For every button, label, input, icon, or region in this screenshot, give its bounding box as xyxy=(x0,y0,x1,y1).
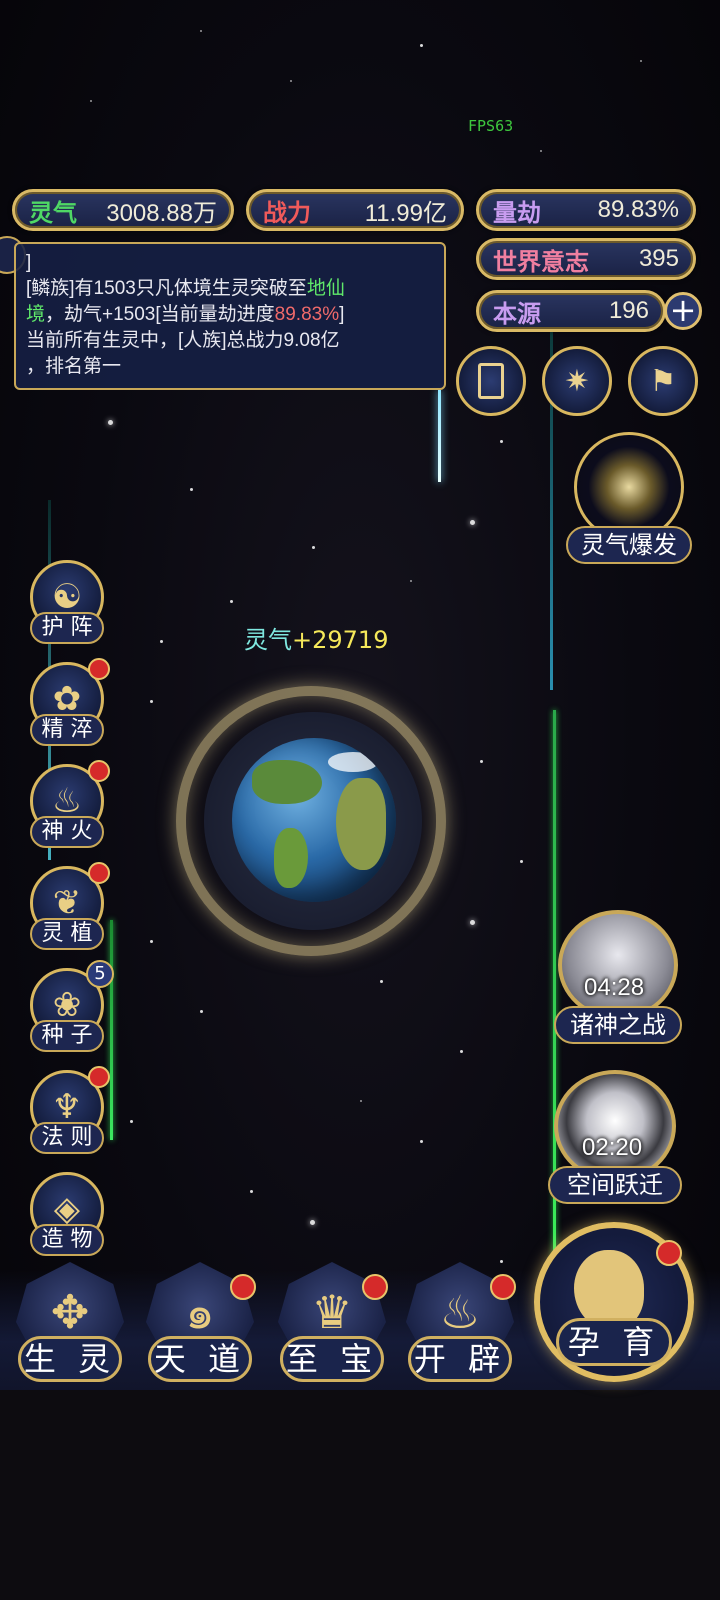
continent xyxy=(274,828,308,888)
space-jump-label: 空间跃迁 xyxy=(548,1166,682,1204)
bottom-button-yunyu[interactable]: 孕 育 xyxy=(534,1222,694,1382)
bottom-button-kaipi[interactable]: ♨ 开 辟 xyxy=(398,1262,522,1392)
zhanli-value: 11.99亿 xyxy=(364,199,447,227)
space-jump-timer: 02:20 xyxy=(582,1134,643,1161)
benyuan-stat[interactable]: 本源 196 xyxy=(476,290,666,332)
lingqi-value: 3008.88万 xyxy=(106,199,217,227)
continent xyxy=(336,778,386,870)
liangjie-value: 89.83% xyxy=(597,196,679,223)
earth-planet[interactable] xyxy=(232,738,396,902)
liangjie-label: 量劫 xyxy=(493,197,541,227)
side-button-jingcui[interactable]: ✿ 精 淬 xyxy=(24,658,110,752)
bottom-button-tiandao[interactable]: ๑ 天 道 xyxy=(138,1262,262,1392)
lingqi-stat[interactable]: 灵气 3008.88万 xyxy=(12,189,234,231)
side-button-lingzhi[interactable]: ❦ 灵 植 xyxy=(24,862,110,956)
benyuan-value: 196 xyxy=(608,297,649,324)
zhanli-label: 战力 xyxy=(263,197,311,227)
flag-button[interactable]: ⚑ xyxy=(628,346,698,416)
benyuan-label: 本源 xyxy=(493,298,541,328)
notification-dot xyxy=(88,658,110,680)
message-log: ] [鳞族]有1503只凡体境生灵突破至地仙 境，劫气+1503[当前量劫进度8… xyxy=(14,242,446,390)
log-line: 境，劫气+1503[当前量劫进度89.83%] xyxy=(26,304,345,325)
vortex-button[interactable]: ✷ xyxy=(542,346,612,416)
side-button-label: 精 淬 xyxy=(30,714,104,746)
notification-dot xyxy=(88,862,110,884)
bottom-button-label: 开 辟 xyxy=(408,1336,512,1382)
side-button-zhongzi[interactable]: ❀ 种 子 5 xyxy=(24,960,114,1058)
log-line: ] xyxy=(26,252,32,273)
shijie-value: 395 xyxy=(638,245,679,272)
bottom-button-zhibao[interactable]: ♛ 至 宝 xyxy=(270,1262,394,1392)
lingqi-label: 灵气 xyxy=(29,197,77,227)
log-line: ，排名第一 xyxy=(26,356,122,377)
side-button-faze[interactable]: ♆ 法 则 xyxy=(24,1066,110,1160)
bottom-button-shengling[interactable]: ✥ 生 灵 xyxy=(8,1262,132,1392)
log-line: 当前所有生灵中，[人族]总战力9.08亿 xyxy=(26,330,340,351)
add-benyuan-button[interactable]: + xyxy=(664,292,702,330)
burst-button[interactable]: 灵气爆发 xyxy=(566,432,692,566)
vortex-icon: ✷ xyxy=(564,363,590,399)
bottom-button-label: 天 道 xyxy=(148,1336,252,1382)
space-jump-button[interactable]: 02:20 空间跃迁 xyxy=(548,1070,682,1206)
burst-label: 灵气爆发 xyxy=(566,526,692,564)
lingqi-gain: 灵气+29719 xyxy=(244,626,389,654)
notification-dot xyxy=(230,1274,256,1300)
gods-war-label: 诸神之战 xyxy=(554,1006,682,1044)
notification-dot xyxy=(88,760,110,782)
continent xyxy=(252,760,322,804)
yunyu-label: 孕 育 xyxy=(556,1318,672,1366)
side-button-label: 种 子 xyxy=(30,1020,104,1052)
side-button-huzhen[interactable]: ☯ 护 阵 xyxy=(24,560,110,650)
side-button-zaowu[interactable]: ◈ 造 物 xyxy=(24,1172,110,1262)
log-line: [鳞族]有1503只凡体境生灵突破至地仙 xyxy=(26,278,345,299)
bottom-strip xyxy=(0,1390,720,1600)
light-beam xyxy=(438,390,441,482)
side-button-shenhuo[interactable]: ♨ 神 火 xyxy=(24,760,110,854)
notification-dot xyxy=(88,1066,110,1088)
shijie-stat[interactable]: 世界意志 395 xyxy=(476,238,696,280)
notification-dot xyxy=(490,1274,516,1300)
card-icon xyxy=(478,363,504,399)
light-beam xyxy=(110,920,113,1140)
cloud xyxy=(328,752,378,772)
bottom-button-label: 至 宝 xyxy=(280,1336,384,1382)
liangjie-stat[interactable]: 量劫 89.83% xyxy=(476,189,696,231)
bottom-button-label: 生 灵 xyxy=(18,1336,122,1382)
side-button-label: 法 则 xyxy=(30,1122,104,1154)
shijie-label: 世界意志 xyxy=(493,246,589,276)
zhanli-stat[interactable]: 战力 11.99亿 xyxy=(246,189,464,231)
plus-icon: + xyxy=(669,291,697,329)
side-button-label: 神 火 xyxy=(30,816,104,848)
seed-count-badge: 5 xyxy=(86,960,114,988)
side-button-label: 造 物 xyxy=(30,1224,104,1256)
side-button-label: 护 阵 xyxy=(30,612,104,644)
gods-war-button[interactable]: 04:28 诸神之战 xyxy=(554,910,682,1044)
card-button[interactable] xyxy=(456,346,526,416)
flag-icon: ⚑ xyxy=(649,363,677,399)
gods-war-timer: 04:28 xyxy=(584,974,645,1001)
notification-dot xyxy=(362,1274,388,1300)
side-button-label: 灵 植 xyxy=(30,918,104,950)
sword-icon xyxy=(558,910,678,1020)
fps-counter: FPS63 xyxy=(468,117,514,135)
notification-dot xyxy=(656,1240,682,1266)
